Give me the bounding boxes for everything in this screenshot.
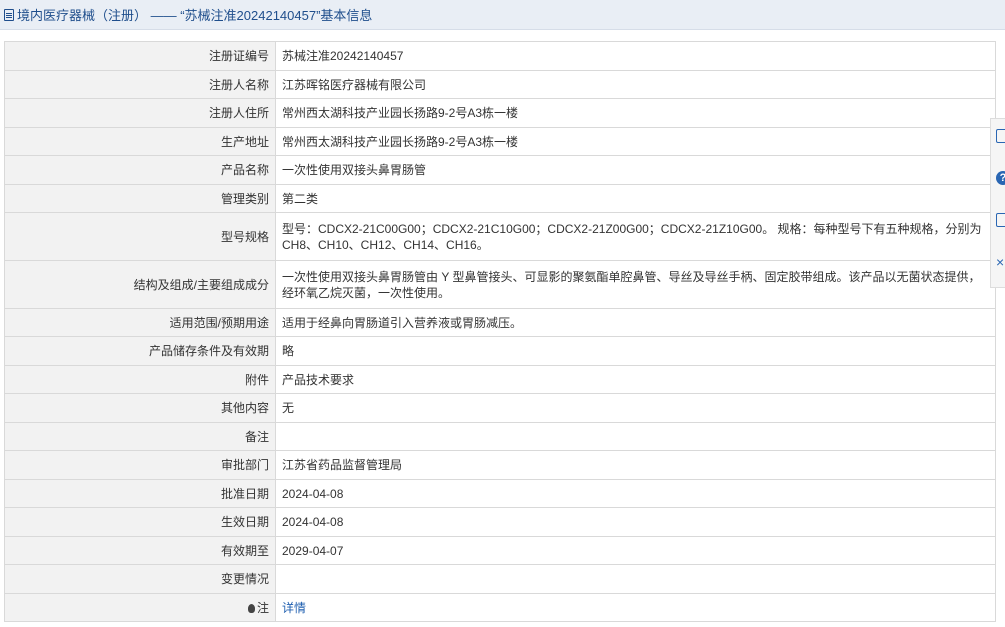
row-value: 2024-04-08 bbox=[275, 479, 996, 508]
table-row: 注册证编号 苏械注准20242140457 bbox=[4, 41, 996, 71]
table-row: 注册人住所 常州西太湖科技产业园长扬路9-2号A3栋一楼 bbox=[4, 98, 996, 128]
row-value: 一次性使用双接头鼻胃肠管由 Y 型鼻管接头、可显影的聚氨酯单腔鼻管、导丝及导丝手… bbox=[275, 260, 996, 309]
row-value bbox=[275, 422, 996, 451]
row-label: 产品储存条件及有效期 bbox=[4, 336, 276, 366]
row-value: 常州西太湖科技产业园长扬路9-2号A3栋一楼 bbox=[275, 98, 996, 128]
row-value: 常州西太湖科技产业园长扬路9-2号A3栋一楼 bbox=[275, 127, 996, 156]
row-label: 注册证编号 bbox=[4, 41, 276, 71]
row-label: 备注 bbox=[4, 422, 276, 451]
row-value: 无 bbox=[275, 393, 996, 423]
row-value bbox=[275, 564, 996, 594]
copy-icon[interactable] bbox=[996, 213, 1005, 227]
page-title: 境内医疗器械（注册） —— “苏械注准20242140457”基本信息 bbox=[17, 8, 373, 23]
note-label: 注 bbox=[256, 600, 269, 615]
table-row: 结构及组成/主要组成成分 一次性使用双接头鼻胃肠管由 Y 型鼻管接头、可显影的聚… bbox=[4, 260, 996, 309]
table-row: 有效期至 2029-04-07 bbox=[4, 536, 996, 565]
table-row: 适用范围/预期用途 适用于经鼻向胃肠道引入营养液或胃肠减压。 bbox=[4, 308, 996, 337]
table-row: 备注 bbox=[4, 422, 996, 451]
row-label: 适用范围/预期用途 bbox=[4, 308, 276, 337]
row-label: 审批部门 bbox=[4, 450, 276, 480]
table-row: 型号规格 型号：CDCX2-21C00G00；CDCX2-21C10G00；CD… bbox=[4, 212, 996, 261]
row-value: 江苏省药品监督管理局 bbox=[275, 450, 996, 480]
row-value: 2029-04-07 bbox=[275, 536, 996, 565]
document-icon bbox=[4, 8, 14, 21]
table-row: 批准日期 2024-04-08 bbox=[4, 479, 996, 508]
table-row: 审批部门 江苏省药品监督管理局 bbox=[4, 450, 996, 480]
close-icon[interactable]: × bbox=[996, 255, 1005, 269]
table-row: 生产地址 常州西太湖科技产业园长扬路9-2号A3栋一楼 bbox=[4, 127, 996, 156]
row-label: 生产地址 bbox=[4, 127, 276, 156]
table-row: 产品储存条件及有效期 略 bbox=[4, 336, 996, 366]
row-value: 详情 bbox=[275, 593, 996, 622]
row-value: 适用于经鼻向胃肠道引入营养液或胃肠减压。 bbox=[275, 308, 996, 337]
row-label: 批准日期 bbox=[4, 479, 276, 508]
row-label: 注册人住所 bbox=[4, 98, 276, 128]
row-label: 变更情况 bbox=[4, 564, 276, 594]
row-label: 结构及组成/主要组成成分 bbox=[4, 260, 276, 309]
table-row: 注册人名称 江苏晖铭医疗器械有限公司 bbox=[4, 70, 996, 99]
side-toolbar: ? × bbox=[990, 118, 1005, 288]
row-value: 苏械注准20242140457 bbox=[275, 41, 996, 71]
row-label: 有效期至 bbox=[4, 536, 276, 565]
table-row: 生效日期 2024-04-08 bbox=[4, 507, 996, 537]
row-label: 管理类别 bbox=[4, 184, 276, 213]
table-row: 其他内容 无 bbox=[4, 393, 996, 423]
row-value: 江苏晖铭医疗器械有限公司 bbox=[275, 70, 996, 99]
row-label: 型号规格 bbox=[4, 212, 276, 261]
table-row: 管理类别 第二类 bbox=[4, 184, 996, 213]
lightbulb-icon bbox=[247, 603, 255, 613]
help-icon[interactable]: ? bbox=[996, 171, 1005, 185]
row-label: 生效日期 bbox=[4, 507, 276, 537]
row-label: 产品名称 bbox=[4, 155, 276, 185]
page-title-bar: 境内医疗器械（注册） —— “苏械注准20242140457”基本信息 bbox=[0, 0, 1005, 30]
row-value: 略 bbox=[275, 336, 996, 366]
edit-icon[interactable] bbox=[996, 129, 1005, 143]
row-value: 产品技术要求 bbox=[275, 365, 996, 394]
details-link[interactable]: 详情 bbox=[282, 601, 306, 615]
table-row: 产品名称 一次性使用双接头鼻胃肠管 bbox=[4, 155, 996, 185]
table-row: 附件 产品技术要求 bbox=[4, 365, 996, 394]
row-value: 2024-04-08 bbox=[275, 507, 996, 537]
table-row: 变更情况 bbox=[4, 564, 996, 594]
row-label: 附件 bbox=[4, 365, 276, 394]
registration-info-table: 注册证编号 苏械注准20242140457 注册人名称 江苏晖铭医疗器械有限公司… bbox=[4, 41, 996, 622]
row-value: 型号：CDCX2-21C00G00；CDCX2-21C10G00；CDCX2-2… bbox=[275, 212, 996, 261]
row-label: 其他内容 bbox=[4, 393, 276, 423]
row-value: 一次性使用双接头鼻胃肠管 bbox=[275, 155, 996, 185]
note-row-label: 注 bbox=[4, 593, 276, 622]
row-label: 注册人名称 bbox=[4, 70, 276, 99]
table-row: 注 详情 bbox=[4, 593, 996, 622]
row-value: 第二类 bbox=[275, 184, 996, 213]
